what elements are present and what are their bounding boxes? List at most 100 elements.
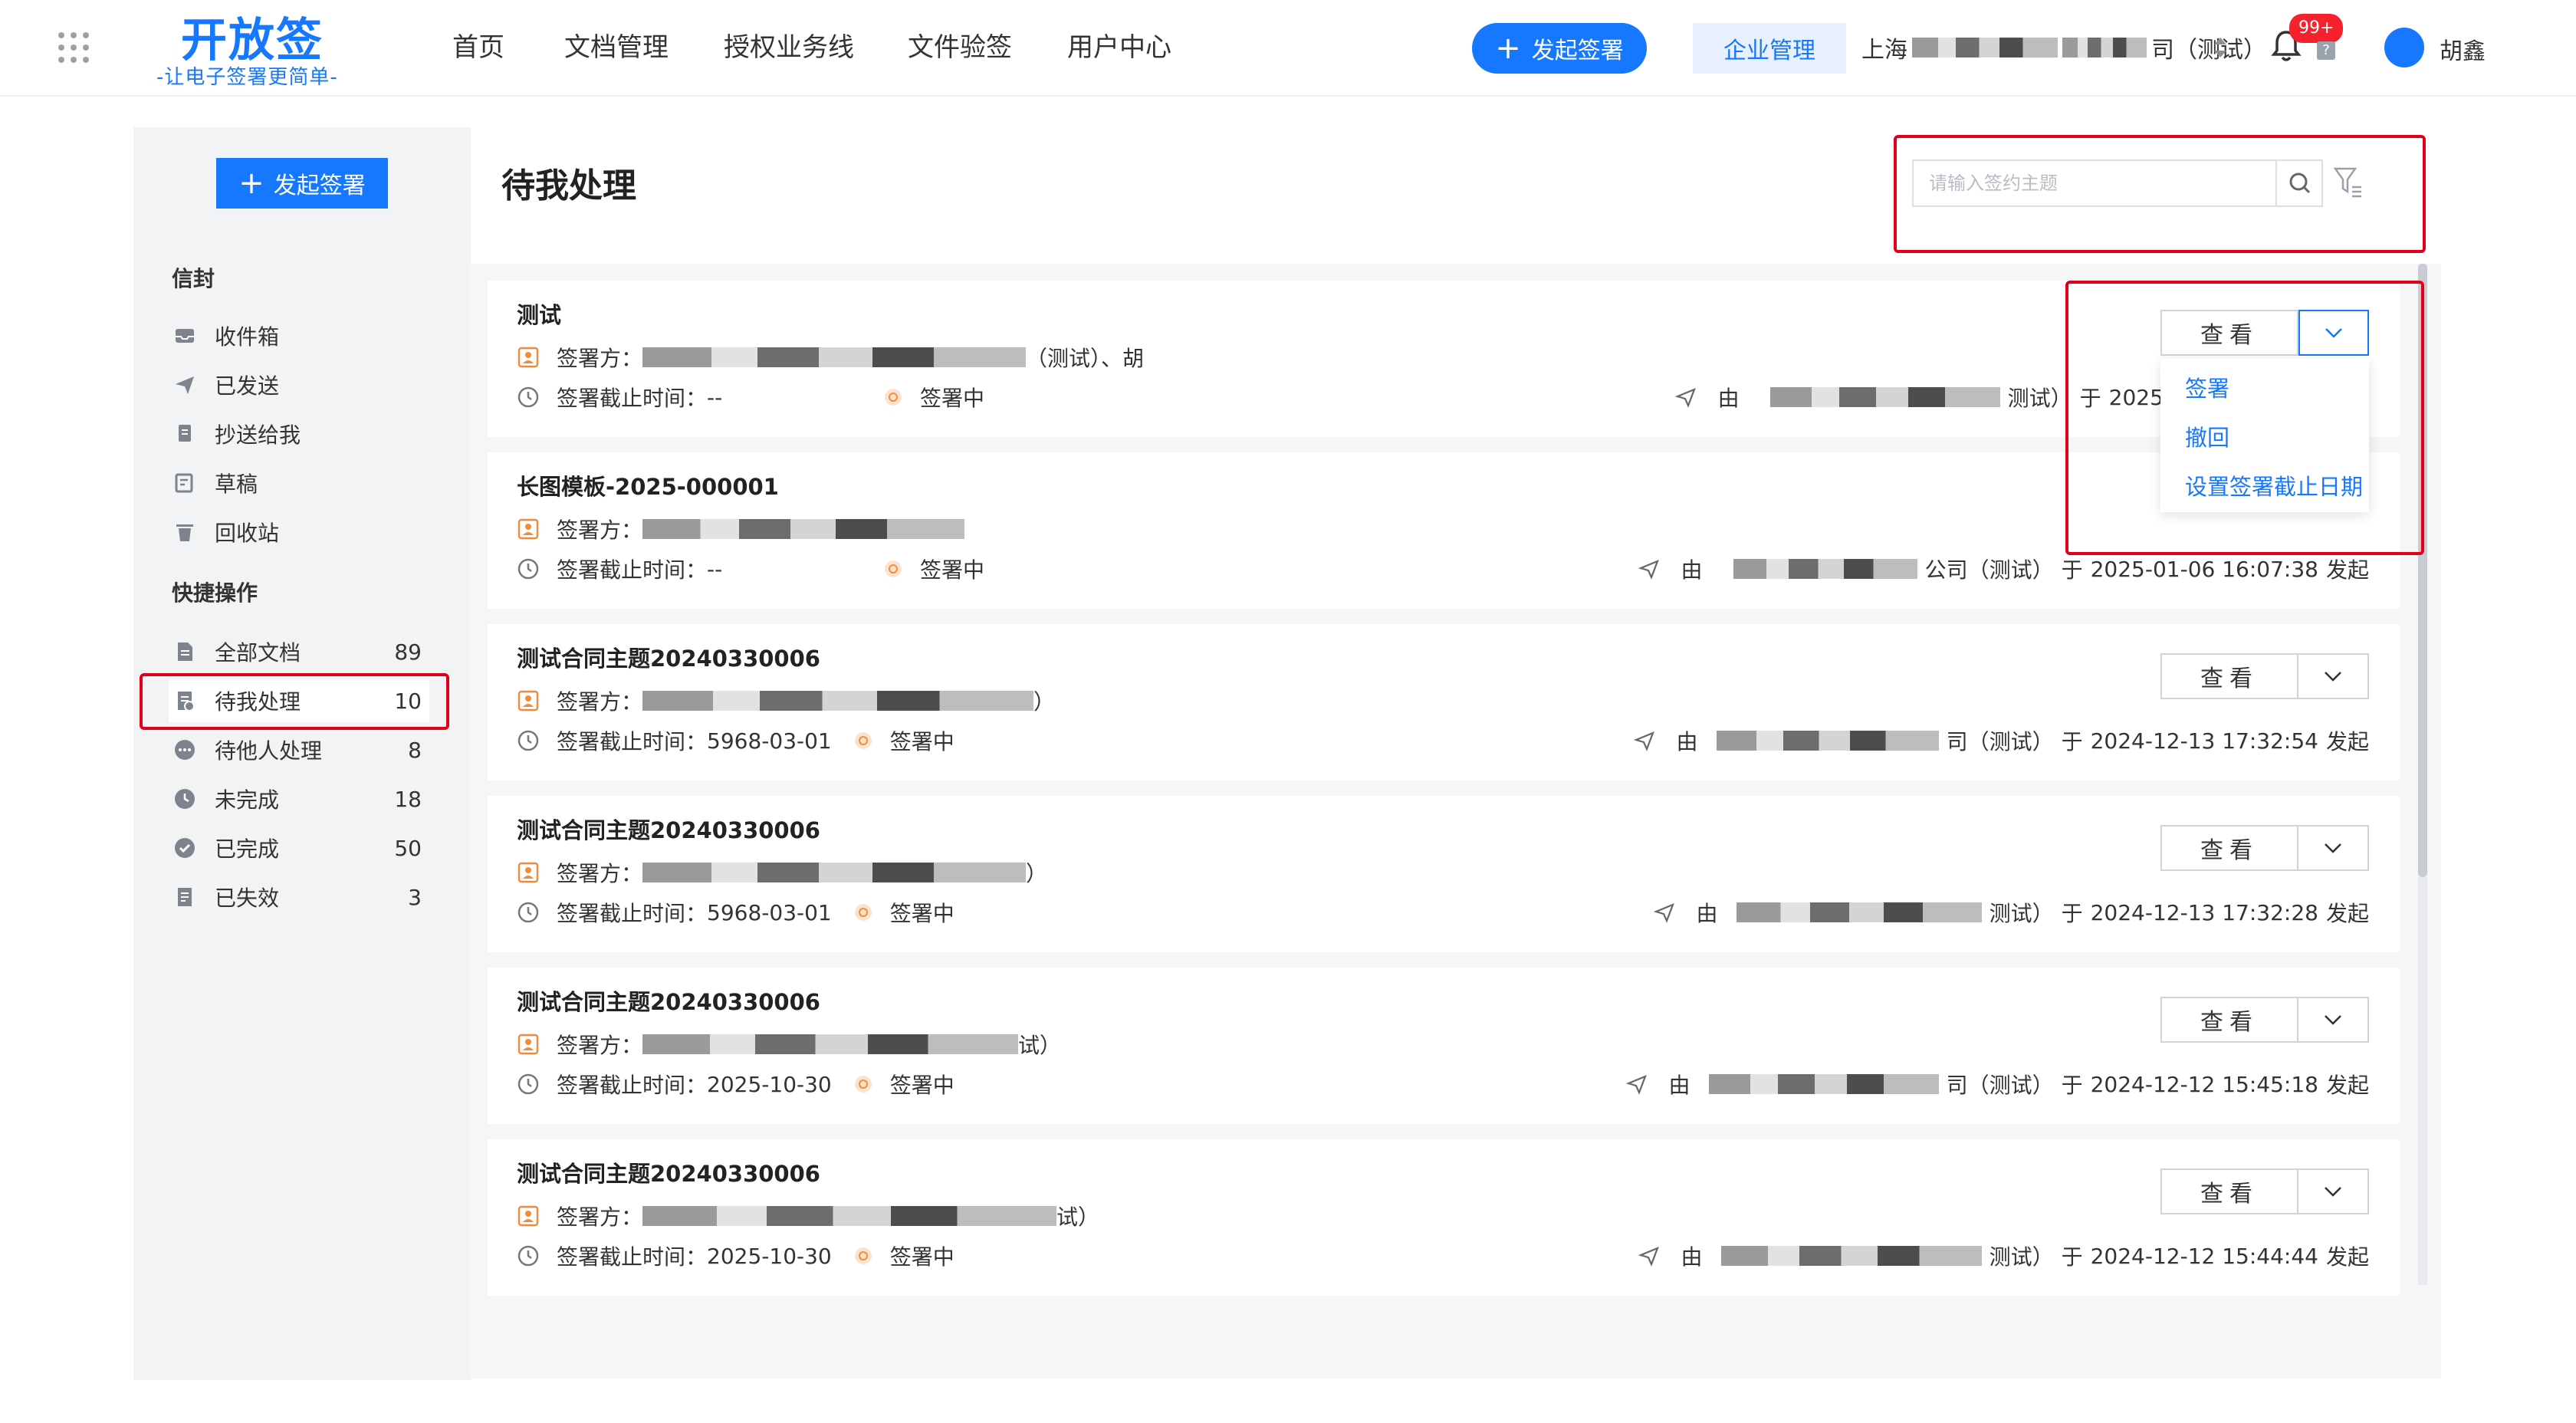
sidebar-item-label: 已失效 xyxy=(215,886,280,911)
sender-name: 司（测试） xyxy=(1946,1073,2054,1098)
sidebar-item-trash[interactable]: 回收站 xyxy=(169,511,429,554)
more-actions-button[interactable] xyxy=(2298,997,2369,1043)
logo-title[interactable]: 开放签 xyxy=(181,3,334,70)
sidebar-item-label: 已完成 xyxy=(215,836,280,862)
company-name-prefix: 上海 xyxy=(1861,37,1907,64)
nav-item-home[interactable]: 首页 xyxy=(452,26,504,64)
redacted-mosaic xyxy=(642,347,1027,367)
initiated-time: 2024-12-13 17:32:54 xyxy=(2090,728,2318,754)
help-icon[interactable]: ? xyxy=(2317,41,2335,60)
redacted-mosaic xyxy=(642,1034,1019,1054)
sidebar-item-sent[interactable]: 已发送 xyxy=(169,363,429,406)
sidebar-item-completed[interactable]: 已完成 50 xyxy=(169,827,429,869)
redacted-mosaic xyxy=(642,519,965,539)
username[interactable]: 胡鑫 xyxy=(2440,32,2486,66)
notification-badge: 99+ xyxy=(2289,14,2344,43)
sender-name: 公司（测试） xyxy=(1924,557,2054,583)
deadline-clock-icon xyxy=(518,1245,539,1267)
deadline-value: 2025-10-30 xyxy=(707,1243,832,1269)
initiated-label: 发起 xyxy=(2325,1073,2369,1098)
nav-item-verify[interactable]: 文件验签 xyxy=(908,26,1012,64)
sidebar-item-all-documents[interactable]: 全部文档 89 xyxy=(169,630,429,673)
avatar[interactable] xyxy=(2384,28,2424,67)
deadline-label: 签署截止时间： xyxy=(557,386,708,411)
initiated-time: 2024-12-13 17:32:28 xyxy=(2090,899,2318,925)
enterprise-management-button[interactable]: 企业管理 xyxy=(1693,23,1846,74)
initiated-label: 发起 xyxy=(2325,1244,2369,1270)
signer-label: 签署方： xyxy=(557,861,643,886)
deadline-clock-icon xyxy=(518,730,539,751)
status-icon xyxy=(854,1247,872,1264)
deadline-label: 签署截止时间： xyxy=(557,901,708,926)
sidebar-item-inbox[interactable]: 收件箱 xyxy=(169,314,429,357)
check-circle-icon xyxy=(175,838,195,858)
sidebar-item-label: 收件箱 xyxy=(215,324,280,350)
more-actions-button[interactable] xyxy=(2298,653,2369,699)
nav-item-documents[interactable]: 文档管理 xyxy=(564,26,669,64)
view-button[interactable]: 查看 xyxy=(2160,825,2298,871)
highlight-annotation xyxy=(2065,281,2424,555)
nav-item-user-center[interactable]: 用户中心 xyxy=(1067,26,1171,64)
deadline-value: 2025-10-30 xyxy=(707,1071,832,1097)
deadline-label: 签署截止时间： xyxy=(557,729,708,754)
sidebar-item-incomplete[interactable]: 未完成 18 xyxy=(169,777,429,820)
deadline-value: 5968-03-01 xyxy=(707,899,832,925)
status-icon xyxy=(885,560,902,577)
start-sign-button[interactable]: + 发起签署 xyxy=(1472,23,1647,74)
sidebar-item-pending-others[interactable]: 待他人处理 8 xyxy=(169,728,429,771)
document-title[interactable]: 测试合同主题20240330006 xyxy=(517,1156,820,1188)
sender-name: 测试） xyxy=(1989,1244,2054,1270)
nav-item-authorization[interactable]: 授权业务线 xyxy=(724,26,854,64)
document-title[interactable]: 测试合同主题20240330006 xyxy=(517,984,820,1017)
document-title[interactable]: 长图模板-2025-000001 xyxy=(517,469,779,501)
chevron-down-icon xyxy=(2325,1015,2341,1025)
chevron-down-icon xyxy=(2325,1187,2341,1197)
document-title[interactable]: 测试合同主题20240330006 xyxy=(517,641,820,673)
redacted-mosaic xyxy=(642,863,1027,882)
sidebar-start-sign-button[interactable]: + 发起签署 xyxy=(216,158,388,209)
signer-names: ） xyxy=(1033,689,1056,715)
send-icon xyxy=(176,376,194,394)
view-button[interactable]: 查看 xyxy=(2160,997,2298,1043)
initiated-time: 2024-12-12 15:45:18 xyxy=(2090,1071,2318,1097)
send-icon xyxy=(1638,1247,1659,1267)
view-button[interactable]: 查看 xyxy=(2160,653,2298,699)
redacted-mosaic xyxy=(1769,387,2000,407)
status-text: 签署中 xyxy=(889,1244,955,1270)
status-text: 签署中 xyxy=(889,1073,955,1098)
redacted-mosaic xyxy=(1736,902,1982,922)
more-actions-button[interactable] xyxy=(2298,825,2369,871)
deadline-value: -- xyxy=(707,384,723,410)
cc-icon xyxy=(179,425,191,442)
initiated-label: 发起 xyxy=(2325,557,2369,583)
switch-updown-icon[interactable] xyxy=(2211,34,2229,61)
sidebar-item-cc[interactable]: 抄送给我 xyxy=(169,412,429,455)
at-label: 于 xyxy=(2061,557,2083,583)
more-actions-button[interactable] xyxy=(2298,1168,2369,1214)
redacted-mosaic xyxy=(2062,38,2147,58)
redacted-mosaic xyxy=(1716,731,1939,751)
status-icon xyxy=(854,732,872,749)
status-icon xyxy=(854,904,872,921)
chevron-down-icon xyxy=(2325,843,2341,853)
app-grid-icon[interactable] xyxy=(55,29,92,66)
sidebar-item-label: 已发送 xyxy=(215,373,280,399)
by-label: 由 xyxy=(1676,729,1698,754)
document-card: 测试合同主题20240330006 签署方： ） 签署截止时间： 5968-03… xyxy=(488,796,2400,952)
status-icon xyxy=(854,1076,872,1093)
document-card: 测试合同主题20240330006 签署方： 试） 签署截止时间： 2025-1… xyxy=(488,968,2400,1124)
company-selector[interactable]: 上海 司（测试） xyxy=(1861,31,2266,64)
sidebar-item-draft[interactable]: 草稿 xyxy=(169,462,429,504)
inbox-icon xyxy=(176,329,194,343)
draft-icon xyxy=(175,473,193,493)
document-title[interactable]: 测试合同主题20240330006 xyxy=(517,813,820,845)
sidebar-item-expired[interactable]: 已失效 3 xyxy=(169,876,429,919)
status-text: 签署中 xyxy=(889,729,955,754)
view-button[interactable]: 查看 xyxy=(2160,1168,2298,1214)
top-navigation-bar: 开放签 -让电子签署更简单- 首页 文档管理 授权业务线 文件验签 用户中心 +… xyxy=(0,0,2576,97)
signer-icon xyxy=(518,690,539,712)
initiated-time: 2024-12-12 15:44:44 xyxy=(2090,1243,2318,1269)
document-title[interactable]: 测试 xyxy=(517,297,561,330)
sidebar-item-count: 8 xyxy=(408,737,422,763)
status-text: 签署中 xyxy=(920,386,985,411)
